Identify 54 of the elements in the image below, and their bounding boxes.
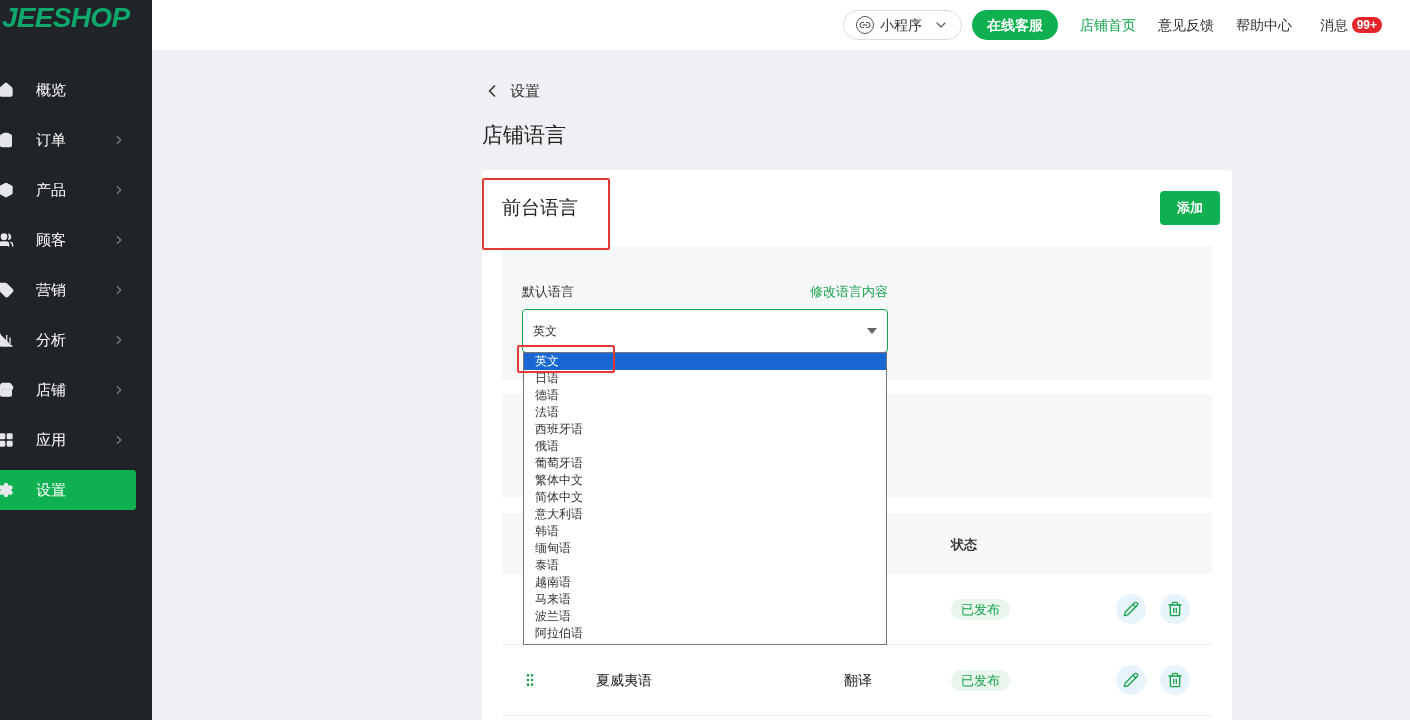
sidebar-item[interactable]: 概览	[0, 70, 136, 110]
dropdown-option[interactable]: 波兰语	[524, 607, 886, 625]
edit-button[interactable]	[1116, 594, 1146, 624]
users-icon	[0, 232, 14, 248]
edit-button[interactable]	[1116, 665, 1146, 695]
column-header: 状态	[951, 535, 977, 554]
dropdown-triangle-icon	[867, 327, 877, 334]
dropdown-option[interactable]: 阿拉伯语	[524, 624, 886, 642]
dropdown-option[interactable]: 法语	[524, 403, 886, 421]
sidebar-item[interactable]: 分析	[0, 320, 136, 360]
dropdown-option[interactable]: 西班牙语	[524, 420, 886, 438]
sidebar-item[interactable]: 营销	[0, 270, 136, 310]
field-label: 默认语言	[522, 283, 574, 301]
dropdown-option[interactable]: 英文	[524, 352, 886, 370]
pencil-icon	[1123, 672, 1139, 688]
dropdown-option[interactable]: 葡萄牙语	[524, 454, 886, 472]
published-status-tag: 已发布	[951, 599, 1010, 620]
logo: JEESHOP	[2, 4, 130, 32]
translate-link[interactable]: 翻译	[844, 671, 872, 688]
messages-link[interactable]: 消息	[1319, 14, 1348, 36]
grid-icon	[0, 432, 14, 448]
language-name: 夏威夷语	[596, 671, 652, 688]
dropdown-option[interactable]: 俄语	[524, 437, 886, 455]
dropdown-option[interactable]: 泰语	[524, 556, 886, 574]
dropdown-option[interactable]: 越南语	[524, 573, 886, 591]
dropdown-option[interactable]: 日语	[524, 369, 886, 387]
dropdown-option[interactable]: 德语	[524, 386, 886, 404]
page-title: 店铺语言	[482, 121, 567, 148]
dropdown-option[interactable]: 缅甸语	[524, 539, 886, 557]
trash-icon	[1167, 672, 1183, 688]
dropdown-option[interactable]: 简体中文	[524, 488, 886, 506]
dropdown-option[interactable]: 意大利语	[524, 505, 886, 523]
sidebar-item[interactable]: 产品	[0, 170, 136, 210]
dropdown-option[interactable]: 繁体中文	[524, 471, 886, 489]
dropdown-option[interactable]: 马来语	[524, 590, 886, 608]
language-select[interactable]: 英文	[522, 308, 888, 353]
tag-icon	[0, 282, 14, 298]
pencil-icon	[1123, 601, 1139, 617]
header-link[interactable]: 意见反馈	[1157, 14, 1214, 36]
header-link[interactable]: 帮助中心	[1235, 14, 1292, 36]
sidebar-item[interactable]: 应用	[0, 420, 136, 460]
sidebar-item[interactable]: 订单	[0, 120, 136, 160]
section-title: 前台语言	[502, 195, 578, 220]
trash-icon	[1167, 601, 1183, 617]
settings-icon	[0, 482, 14, 498]
dropdown-option[interactable]: 韩语	[524, 522, 886, 540]
sidebar-item[interactable]: 店铺	[0, 370, 136, 410]
sidebar-item[interactable]: 顾客	[0, 220, 136, 260]
delete-button[interactable]	[1160, 594, 1190, 624]
delete-button[interactable]	[1160, 665, 1190, 695]
breadcrumb-link[interactable]: 设置	[510, 80, 540, 103]
published-status-tag: 已发布	[951, 670, 1010, 691]
message-count-badge: 99+	[1351, 17, 1382, 33]
home-icon	[0, 82, 14, 98]
